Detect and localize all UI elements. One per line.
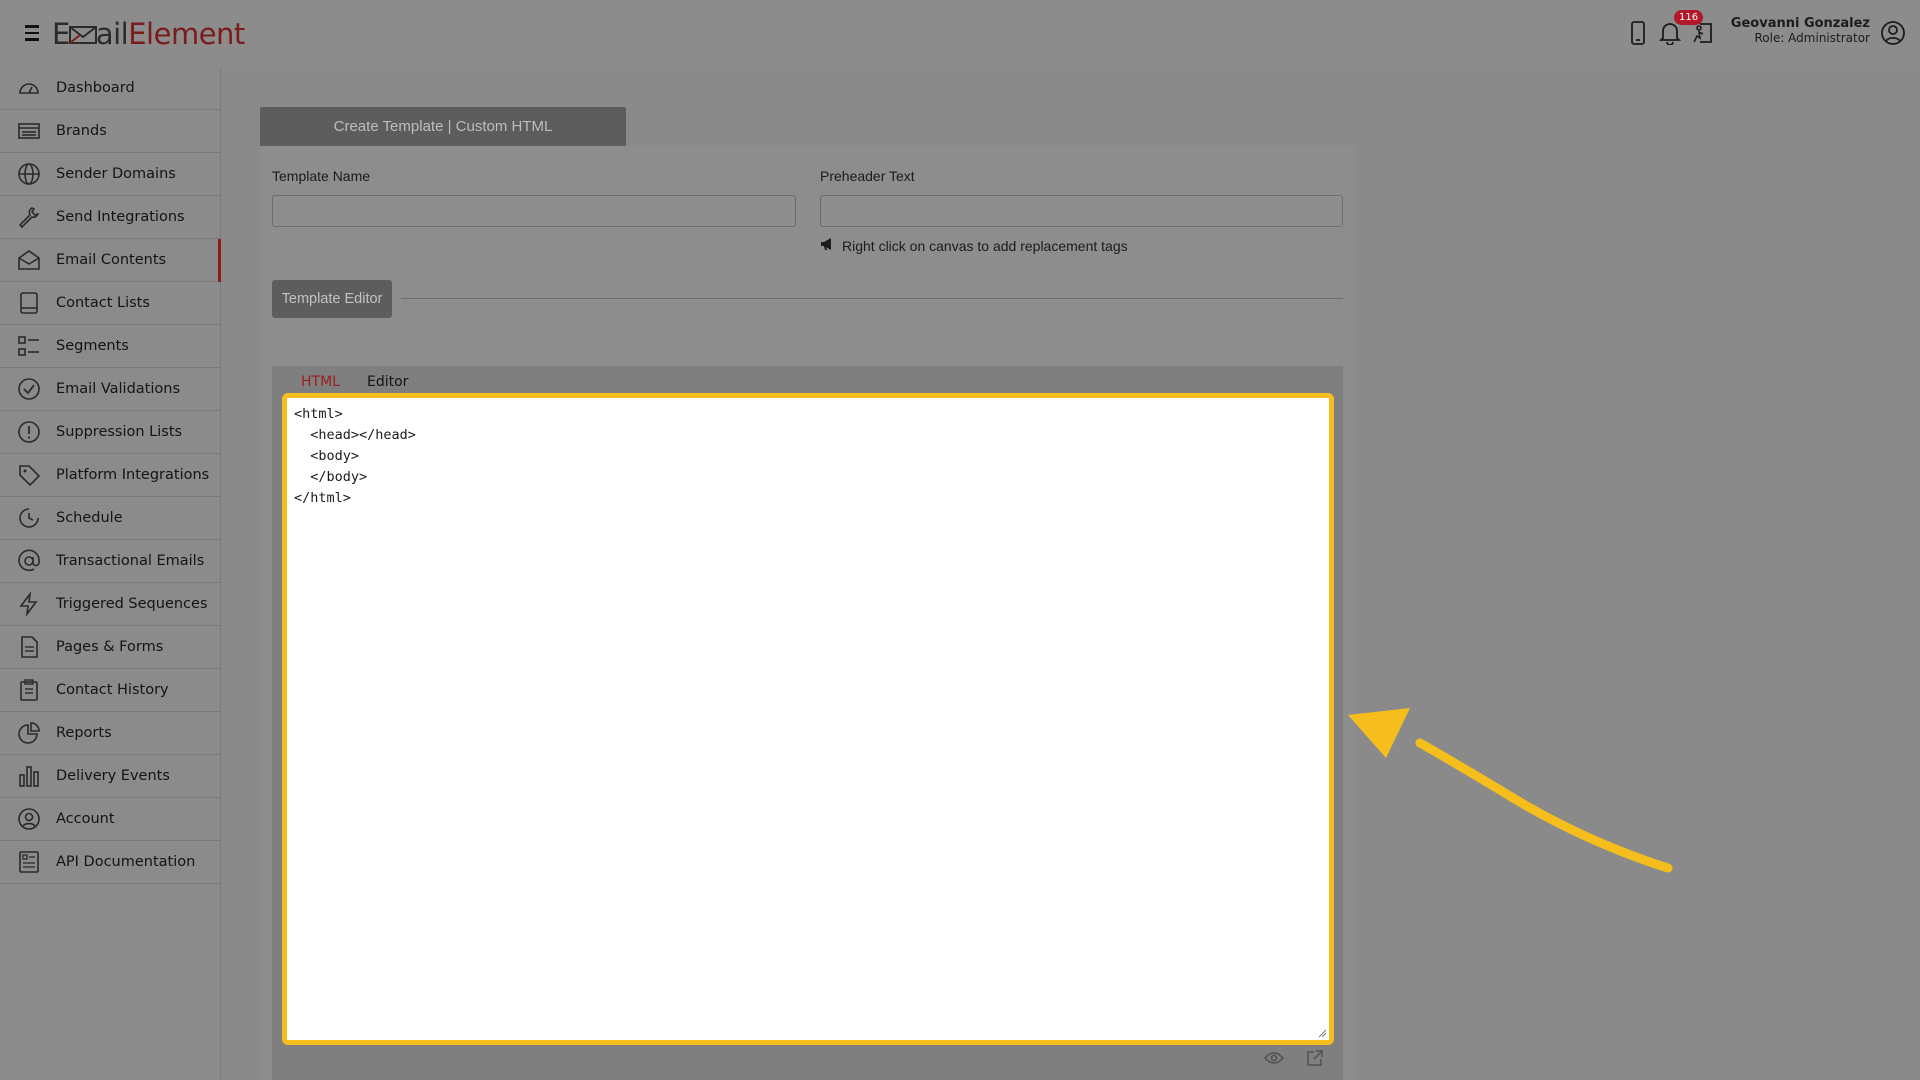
sidebar-item-label: Pages & Forms	[56, 639, 164, 655]
sidebar-item-triggered-sequences[interactable]: Triggered Sequences	[0, 583, 220, 626]
sidebar-item-label: Dashboard	[56, 80, 135, 96]
sidebar-item-dashboard[interactable]: Dashboard	[0, 67, 220, 110]
preview-eye-icon[interactable]	[1262, 1046, 1286, 1070]
sidebar-item-label: Reports	[56, 725, 112, 741]
sidebar-item-suppression-lists[interactable]: Suppression Lists	[0, 411, 220, 454]
code-line: <html>	[294, 406, 343, 422]
wrench-icon	[16, 204, 42, 230]
sidebar-item-reports[interactable]: Reports	[0, 712, 220, 755]
replacement-tags-hint: Right click on canvas to add replacement…	[820, 237, 1128, 254]
sidebar-item-send-integrations[interactable]: Send Integrations	[0, 196, 220, 239]
mobile-device-icon[interactable]	[1623, 18, 1653, 48]
tab-html[interactable]: HTML	[301, 374, 340, 390]
exit-door-icon[interactable]	[1688, 18, 1718, 48]
sidebar-item-email-contents[interactable]: Email Contents	[0, 239, 221, 282]
open-external-icon[interactable]	[1303, 1046, 1327, 1070]
sidebar: Dashboard Brands Sender Domains Send Int…	[0, 67, 221, 1080]
sidebar-item-label: Email Validations	[56, 381, 180, 397]
envelope-open-icon	[16, 247, 42, 273]
lightning-icon	[16, 591, 42, 617]
globe-icon	[16, 161, 42, 187]
sidebar-item-schedule[interactable]: Schedule	[0, 497, 220, 540]
sidebar-item-segments[interactable]: Segments	[0, 325, 220, 368]
envelope-logo-icon	[68, 26, 97, 44]
html-code-textarea[interactable]: <html> <head></head> <body> </body> </ht…	[282, 393, 1334, 1045]
book-icon	[16, 290, 42, 316]
megaphone-icon	[820, 237, 834, 254]
page-icon	[16, 634, 42, 660]
sidebar-item-label: Suppression Lists	[56, 424, 183, 440]
sidebar-item-label: Send Integrations	[56, 209, 185, 225]
logo-brand: Element	[128, 17, 245, 51]
preheader-label: Preheader Text	[820, 168, 915, 184]
code-line: <body>	[294, 448, 360, 464]
template-name-label: Template Name	[272, 168, 371, 184]
resize-handle-icon[interactable]	[1317, 1028, 1327, 1038]
sidebar-item-label: Triggered Sequences	[56, 596, 208, 612]
user-avatar-icon[interactable]	[1878, 18, 1908, 48]
template-editor-button[interactable]: Template Editor	[272, 280, 392, 318]
at-icon	[16, 548, 42, 574]
sidebar-item-label: Segments	[56, 338, 129, 354]
document-list-icon	[16, 849, 42, 875]
sidebar-item-contact-lists[interactable]: Contact Lists	[0, 282, 220, 325]
template-name-input[interactable]	[272, 195, 796, 227]
sidebar-item-sender-domains[interactable]: Sender Domains	[0, 153, 220, 196]
code-content[interactable]: <html> <head></head> <body> </body> </ht…	[294, 404, 1322, 1034]
app-logo[interactable]: E ail Element	[52, 14, 245, 54]
preheader-input[interactable]	[820, 195, 1343, 227]
sidebar-item-contact-history[interactable]: Contact History	[0, 669, 220, 712]
code-line: </body>	[294, 469, 368, 485]
hamburger-menu-icon[interactable]	[22, 22, 42, 44]
brand-card-icon	[16, 118, 42, 144]
gauge-icon	[16, 75, 42, 101]
sidebar-item-label: Contact Lists	[56, 295, 150, 311]
top-bar: E ail Element 116 Geovanni Gonzalez Role…	[0, 0, 1920, 66]
sidebar-item-email-validations[interactable]: Email Validations	[0, 368, 220, 411]
code-line: </html>	[294, 490, 351, 506]
sidebar-item-delivery-events[interactable]: Delivery Events	[0, 755, 220, 798]
exclamation-circle-icon	[16, 419, 42, 445]
sidebar-item-label: Sender Domains	[56, 166, 176, 182]
check-circle-icon	[16, 376, 42, 402]
sidebar-item-label: Contact History	[56, 682, 169, 698]
sidebar-item-label: Delivery Events	[56, 768, 170, 784]
code-line: <head></head>	[294, 427, 416, 443]
sidebar-item-label: Transactional Emails	[56, 553, 205, 569]
sidebar-item-label: Email Contents	[56, 252, 167, 268]
hint-text: Right click on canvas to add replacement…	[842, 237, 1128, 254]
sidebar-item-pages-forms[interactable]: Pages & Forms	[0, 626, 220, 669]
clock-icon	[16, 505, 42, 531]
segments-icon	[16, 333, 42, 359]
sidebar-item-transactional-emails[interactable]: Transactional Emails	[0, 540, 220, 583]
tag-icon	[16, 462, 42, 488]
sidebar-item-account[interactable]: Account	[0, 798, 220, 841]
pie-chart-icon	[16, 720, 42, 746]
sidebar-item-api-documentation[interactable]: API Documentation	[0, 841, 220, 884]
user-role: Role: Administrator	[1754, 31, 1870, 45]
sidebar-item-label: Schedule	[56, 510, 123, 526]
card-title: Create Template | Custom HTML	[260, 107, 626, 146]
clipboard-icon	[16, 677, 42, 703]
sidebar-item-label: API Documentation	[56, 854, 196, 870]
user-name: Geovanni Gonzalez	[1730, 16, 1870, 31]
sidebar-item-brands[interactable]: Brands	[0, 110, 220, 153]
sidebar-item-label: Platform Integrations	[56, 467, 210, 483]
divider	[401, 298, 1343, 299]
sidebar-item-label: Account	[56, 811, 115, 827]
sidebar-item-label: Brands	[56, 123, 107, 139]
annotation-arrow-icon	[1348, 708, 1673, 873]
user-circle-icon	[16, 806, 42, 832]
bar-chart-icon	[16, 763, 42, 789]
tab-editor[interactable]: Editor	[367, 374, 408, 390]
logo-mid: ail	[95, 17, 129, 51]
sidebar-item-platform-integrations[interactable]: Platform Integrations	[0, 454, 220, 497]
